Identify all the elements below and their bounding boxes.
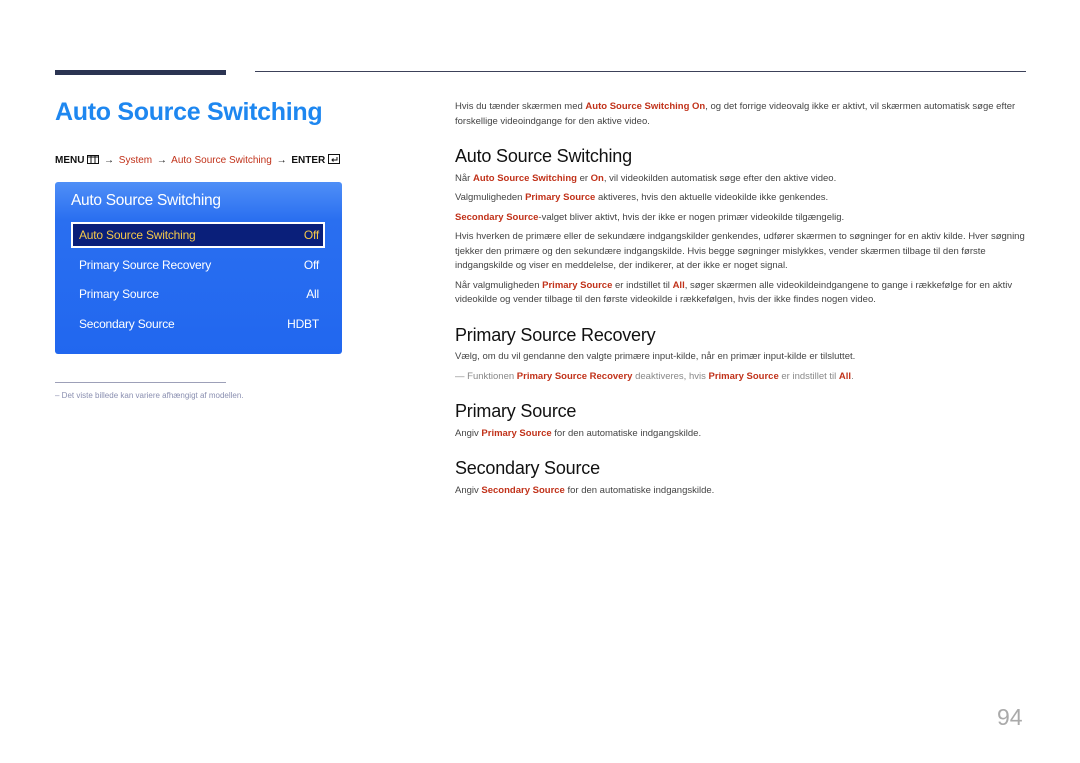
heading-primary-source: Primary Source [455, 401, 577, 421]
intro-paragraph: Hvis du tænder skærmen med Auto Source S… [455, 101, 1016, 127]
osd-row-value: Off [303, 228, 319, 242]
note: ― Funktionen Primary Source Recovery dea… [455, 370, 854, 382]
paragraph: Secondary Source-valget bliver aktivt, h… [455, 211, 845, 223]
osd-row-label: Primary Source Recovery [79, 258, 212, 272]
enter-icon [328, 154, 341, 167]
paragraph: Vælg, om du vil gendanne den valgte prim… [455, 351, 856, 362]
paragraph: Når valgmuligheden Primary Source er ind… [455, 279, 1013, 306]
page-title: Auto Source Switching [55, 98, 323, 126]
arrow-icon: → [156, 155, 167, 166]
header-rule-thin [255, 71, 1026, 72]
osd-row-value: All [306, 287, 319, 301]
page-number: 94 [997, 704, 1023, 730]
arrow-icon: → [276, 155, 287, 166]
footnote-rule [55, 382, 226, 383]
heading-secondary-source: Secondary Source [455, 458, 600, 478]
osd-row-primary-source-recovery: Primary Source Recovery Off [71, 252, 325, 278]
menu-path-item: Auto Source Switching [171, 155, 272, 166]
osd-row-auto-source-switching: Auto Source Switching Off [71, 222, 325, 248]
heading-primary-source-recovery: Primary Source Recovery [455, 324, 656, 345]
menu-path: MENU → System → Auto Source Switching → … [55, 154, 341, 167]
osd-row-label: Primary Source [79, 287, 159, 301]
osd-menu-screenshot: Auto Source Switching Auto Source Switch… [55, 182, 342, 354]
osd-row-value: Off [303, 258, 319, 272]
menu-label: MENU [55, 155, 85, 166]
osd-row-label: Secondary Source [79, 317, 175, 331]
osd-title: Auto Source Switching [71, 192, 221, 209]
osd-row-value: HDBT [287, 317, 319, 331]
paragraph: Angiv Secondary Source for den automatis… [455, 484, 715, 496]
paragraph: Valgmuligheden Primary Source aktiveres,… [455, 192, 829, 203]
footnote: ‒ Det viste billede kan variere afhængig… [55, 391, 244, 400]
menu-icon [87, 155, 100, 167]
osd-row-secondary-source: Secondary Source HDBT [71, 311, 325, 337]
menu-path-system: System [118, 155, 153, 166]
paragraph: Hvis hverken de primære eller de sekundæ… [455, 231, 1025, 271]
content-column: Hvis du tænder skærmen med Auto Source S… [455, 100, 1027, 498]
osd-row-primary-source: Primary Source All [71, 281, 325, 307]
heading-auto-source-switching: Auto Source Switching [455, 146, 632, 166]
paragraph: Når Auto Source Switching er On, vil vid… [455, 172, 837, 184]
arrow-icon: → [104, 155, 115, 166]
header-rule-thick [55, 70, 226, 75]
paragraph: Angiv Primary Source for den automatiske… [455, 427, 702, 439]
enter-label: ENTER [291, 155, 326, 166]
osd-row-label: Auto Source Switching [79, 228, 196, 242]
